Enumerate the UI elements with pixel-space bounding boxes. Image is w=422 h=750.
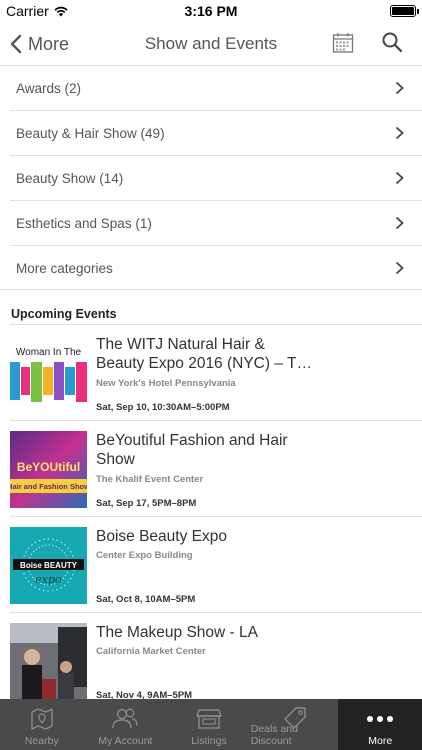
category-label: Beauty & Hair Show (49) <box>16 125 165 141</box>
event-title: BeYoutiful Fashion and Hair Show <box>96 432 288 468</box>
tab-label: Nearby <box>24 735 59 747</box>
category-label: Awards (2) <box>16 80 82 96</box>
event-thumbnail: Boise BEAUTY expo <box>10 527 87 604</box>
tab-more[interactable]: More <box>338 699 422 750</box>
store-icon <box>196 709 222 729</box>
battery-icon <box>390 5 419 17</box>
event-title: The Makeup Show - LA <box>96 624 258 641</box>
event-title: The WITJ Natural Hair & Beauty Expo 2016… <box>96 336 312 372</box>
thumbnail-caption: Woman In The <box>16 347 82 358</box>
section-title-upcoming-events: Upcoming Events <box>11 307 117 321</box>
event-thumbnail <box>10 623 87 700</box>
tab-label: More <box>368 735 393 747</box>
section-divider <box>0 289 422 299</box>
category-label: Beauty Show (14) <box>16 170 124 186</box>
chevron-right-icon <box>395 81 404 95</box>
status-time: 3:16 PM <box>184 3 238 19</box>
category-item-more-categories[interactable]: More categories <box>0 246 422 291</box>
tab-nearby[interactable]: Nearby <box>0 699 84 750</box>
event-venue: The Khalif Event Center <box>96 474 204 485</box>
chevron-right-icon <box>395 171 404 185</box>
category-item-beauty-show[interactable]: Beauty Show (14) <box>10 156 422 201</box>
category-list: Awards (2) Beauty & Hair Show (49) Beaut… <box>0 66 422 291</box>
tab-bar: Nearby My Account Listings Deals and Dis… <box>0 699 422 750</box>
category-item-esthetics-spas[interactable]: Esthetics and Spas (1) <box>10 201 422 246</box>
event-title: Boise Beauty Expo <box>96 528 227 545</box>
thumbnail-subcaption: expo <box>35 573 62 586</box>
tab-label: My Account <box>98 735 153 747</box>
event-venue: California Market Center <box>96 646 206 657</box>
event-date: Sat, Sep 10, 10:30AM–5:00PM <box>96 402 230 413</box>
thumbnail-caption: BeYOUtiful <box>17 460 80 474</box>
chevron-right-icon <box>395 261 404 275</box>
tab-my-account[interactable]: My Account <box>84 699 168 750</box>
tab-label: Listings <box>191 735 227 747</box>
people-icon <box>112 708 138 729</box>
event-item[interactable]: Woman In The The WITJ Natural Hair & Bea… <box>0 325 422 421</box>
thumbnail-subcaption: Hair and Fashion Show <box>10 482 87 491</box>
category-label: More categories <box>16 261 113 276</box>
event-item[interactable]: The Makeup Show - LA California Market C… <box>0 613 422 709</box>
calendar-icon[interactable] <box>332 32 354 54</box>
event-item[interactable]: Boise BEAUTY expo Boise Beauty Expo Cent… <box>0 517 422 613</box>
status-bar: Carrier 3:16 PM <box>0 0 422 22</box>
event-venue: Center Expo Building <box>96 550 193 561</box>
tag-icon <box>283 707 306 729</box>
event-venue: New York's Hotel Pennsylvania <box>96 378 236 389</box>
event-thumbnail: BeYOUtiful Hair and Fashion Show <box>10 431 87 508</box>
category-label: Esthetics and Spas (1) <box>16 215 152 231</box>
tab-deals-discount[interactable]: Deals and Discount <box>251 699 339 750</box>
tab-listings[interactable]: Listings <box>167 699 251 750</box>
chevron-right-icon <box>395 126 404 140</box>
navigation-bar: More Show and Events <box>0 22 422 66</box>
chevron-right-icon <box>395 216 404 230</box>
page-title: Show and Events <box>144 34 278 53</box>
category-item-awards[interactable]: Awards (2) <box>10 66 422 111</box>
more-icon <box>367 716 394 722</box>
search-icon[interactable] <box>381 31 403 53</box>
event-date: Sat, Sep 17, 5PM–8PM <box>96 498 197 509</box>
thumbnail-caption: Boise BEAUTY <box>20 561 78 570</box>
event-thumbnail: Woman In The <box>10 335 87 412</box>
map-icon <box>31 708 53 730</box>
category-item-beauty-hair-show[interactable]: Beauty & Hair Show (49) <box>10 111 422 156</box>
event-item[interactable]: BeYOUtiful Hair and Fashion Show BeYouti… <box>0 421 422 517</box>
event-date: Sat, Oct 8, 10AM–5PM <box>96 594 196 605</box>
